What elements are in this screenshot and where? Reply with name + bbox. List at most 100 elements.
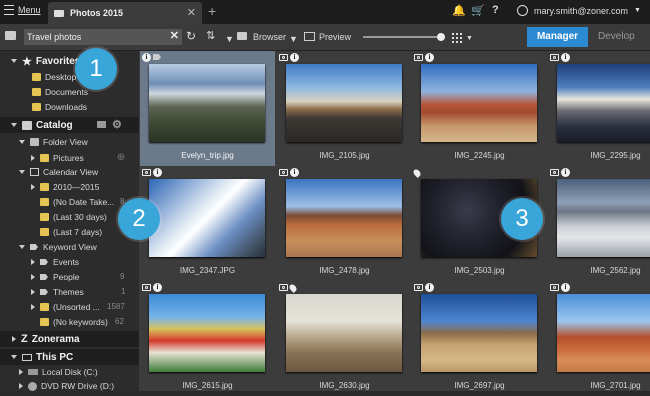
menu-label: Menu [18,5,41,15]
menu-button[interactable]: Menu [4,5,41,15]
sort-chevron-icon[interactable]: ▼ [225,34,234,44]
folder-icon [40,198,49,206]
browse-folder-icon[interactable] [5,31,16,40]
item-label: Downloads [45,102,88,112]
photo-thumbnail[interactable] [557,64,650,142]
badges: i [414,283,434,292]
item-label: (Last 7 days) [53,227,103,237]
help-icon[interactable]: ? [492,4,499,16]
file-name: IMG_2347.JPG [179,266,236,275]
callout-2: 2 [118,198,160,240]
favorites-section[interactable]: ★ Favorites [0,53,139,69]
preview-icon[interactable] [304,32,315,41]
camera-icon [142,169,151,176]
sidebar-item-folder-view[interactable]: Folder View [19,137,88,147]
user-account-menu[interactable]: mary.smith@zoner.com ▼ [517,5,641,16]
catalog-section[interactable]: Catalog ⚙ [0,117,139,133]
sidebar-item-downloads[interactable]: Downloads [32,102,87,112]
file-name: IMG_2503.jpg [454,266,505,275]
badges [279,283,298,293]
new-tab-icon[interactable]: + [208,3,216,19]
sidebar-item-people[interactable]: People [31,272,79,282]
item-label: (Last 30 days) [53,212,107,222]
thumbnail-item[interactable]: i IMG_2245.jpg [412,51,547,166]
thumbnail-item[interactable]: i IMG_2105.jpg [277,51,412,166]
thumbnail-item[interactable]: i IMG_2295.jpg [548,51,650,166]
sidebar-item-last-30-days[interactable]: (Last 30 days) [40,212,107,222]
badges: i [550,53,570,62]
thumbnail-item[interactable]: i IMG_2347.JPG [140,166,275,281]
clear-search-icon[interactable]: ✕ [170,29,179,42]
slider-knob[interactable] [437,33,445,41]
sidebar-item-calendar-view[interactable]: Calendar View [19,167,98,177]
info-icon: i [425,283,434,292]
sidebar-item-no-date[interactable]: (No Date Take... [40,197,114,207]
sidebar-item-local-disk[interactable]: Local Disk (C:) [19,367,98,377]
thumbnail-item[interactable]: i IMG_2697.jpg [412,281,547,396]
zonerama-section[interactable]: Z Zonerama [0,331,139,347]
thumbnail-item[interactable]: i IMG_2478.jpg [277,166,412,281]
expand-icon [31,184,35,190]
photo-thumbnail[interactable] [149,179,265,257]
photo-thumbnail[interactable] [286,64,402,142]
sidebar-item-unsorted[interactable]: (Unsorted ... [31,302,100,312]
sidebar-item-last-7-days[interactable]: (Last 7 days) [40,227,102,237]
item-label: Calendar View [43,167,99,177]
expand-icon [31,304,35,310]
grid-view-icon[interactable] [451,32,462,43]
photo-thumbnail[interactable] [421,294,537,372]
thumbnail-size-slider[interactable] [363,36,441,38]
folder-icon [40,183,49,191]
item-label: Local Disk (C:) [42,367,98,377]
photo-thumbnail[interactable] [557,294,650,372]
thumbnail-item[interactable]: IMG_2630.jpg [277,281,412,396]
photo-thumbnail[interactable] [149,294,265,372]
refresh-icon[interactable]: ↻ [186,29,196,43]
view-chevron-icon[interactable]: ▼ [466,35,473,42]
item-label: Events [53,257,79,267]
cart-icon[interactable]: 🛒 [471,4,485,17]
photo-thumbnail[interactable] [286,179,402,257]
folder-icon [32,103,41,111]
sort-icon[interactable]: ⇅ [206,29,215,42]
develop-tab[interactable]: Develop [598,31,635,42]
sidebar-item-calendar-range[interactable]: 2010—2015 [31,182,99,192]
sidebar-item-events[interactable]: Events [31,257,79,267]
browser-dropdown[interactable]: Browser [253,32,286,42]
user-icon [517,5,528,16]
sidebar-item-desktop[interactable]: Desktop [32,72,76,82]
folder-view-icon [30,138,39,146]
tab-photos-2015[interactable]: Photos 2015 ✕ [48,2,202,24]
photo-thumbnail[interactable] [421,64,537,142]
thumbnail-item[interactable]: i IMG_2615.jpg [140,281,275,396]
file-name: IMG_2630.jpg [319,381,370,390]
add-folder-icon[interactable] [97,121,106,128]
sidebar-item-themes[interactable]: Themes [31,287,84,297]
browser-chevron-icon[interactable]: ▼ [289,34,298,44]
file-name: IMG_2701.jpg [590,381,641,390]
folder-icon [32,73,41,81]
camera-icon [550,54,559,61]
sidebar-item-no-keywords[interactable]: (No keywords) [40,317,108,327]
thumbnail-item[interactable]: i IMG_2701.jpg [548,281,650,396]
badges: i [550,283,570,292]
notification-bell-icon[interactable]: 🔔 [452,4,466,17]
gear-icon[interactable]: ⚙ [112,118,122,131]
sidebar-item-documents[interactable]: Documents [32,87,88,97]
search-box[interactable]: ✕ [24,29,182,45]
close-tab-icon[interactable]: ✕ [187,6,196,19]
thumbnail-item[interactable]: i IMG_2562.jpg [548,166,650,281]
sidebar-item-pictures[interactable]: Pictures ⊕ [31,152,125,163]
item-label: 2010—2015 [53,182,100,192]
photo-thumbnail[interactable] [557,179,650,257]
preview-toggle[interactable]: Preview [319,32,351,42]
search-input[interactable] [27,30,167,44]
sidebar-item-dvd-drive[interactable]: DVD RW Drive (D:) [19,381,114,391]
this-pc-section[interactable]: This PC [0,349,139,365]
expand-icon [31,289,35,295]
photo-thumbnail[interactable] [286,294,402,372]
photo-thumbnail[interactable] [149,64,265,142]
thumbnail-item[interactable]: i Evelyn_trip.jpg [140,51,275,166]
sidebar-item-keyword-view[interactable]: Keyword View [19,242,97,252]
manager-tab[interactable]: Manager [527,27,588,47]
